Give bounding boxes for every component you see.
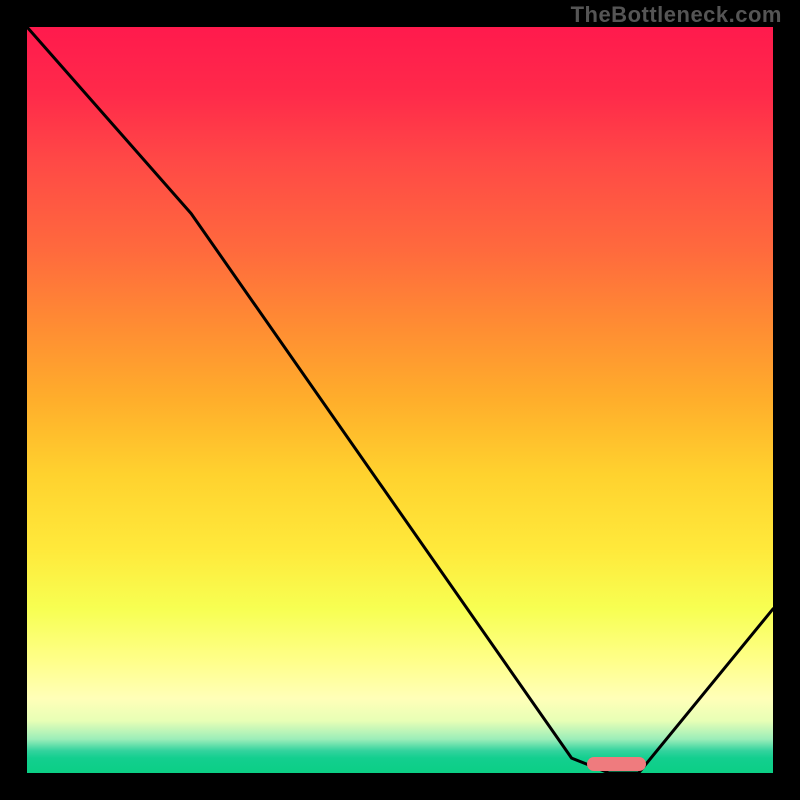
curve-svg: [27, 27, 773, 773]
chart-container: TheBottleneck.com: [0, 0, 800, 800]
bottleneck-curve: [27, 27, 773, 773]
optimal-range-marker: [587, 757, 647, 771]
plot-area: [27, 27, 773, 773]
watermark-text: TheBottleneck.com: [571, 2, 782, 28]
